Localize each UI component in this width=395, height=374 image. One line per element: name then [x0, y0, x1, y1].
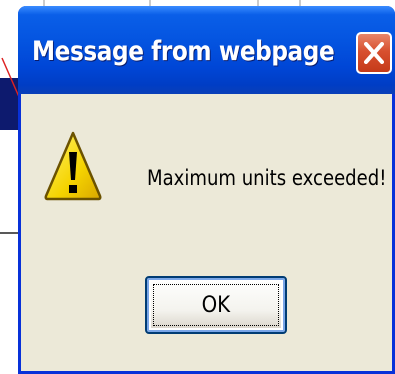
dialog-message: Maximum units exceeded! — [147, 166, 387, 190]
warning-icon — [44, 131, 102, 201]
dialog-title: Message from webpage — [32, 36, 335, 67]
alert-dialog: Message from webpage Maximum units excee… — [18, 6, 395, 374]
ok-button[interactable]: OK — [145, 276, 287, 334]
dialog-titlebar[interactable]: Message from webpage — [18, 6, 395, 94]
dialog-body: Maximum units exceeded! OK — [21, 94, 395, 374]
close-button[interactable] — [356, 32, 392, 74]
ok-button-label: OK — [201, 292, 231, 318]
screen: Message from webpage Maximum units excee… — [0, 0, 395, 374]
close-icon — [364, 42, 384, 64]
